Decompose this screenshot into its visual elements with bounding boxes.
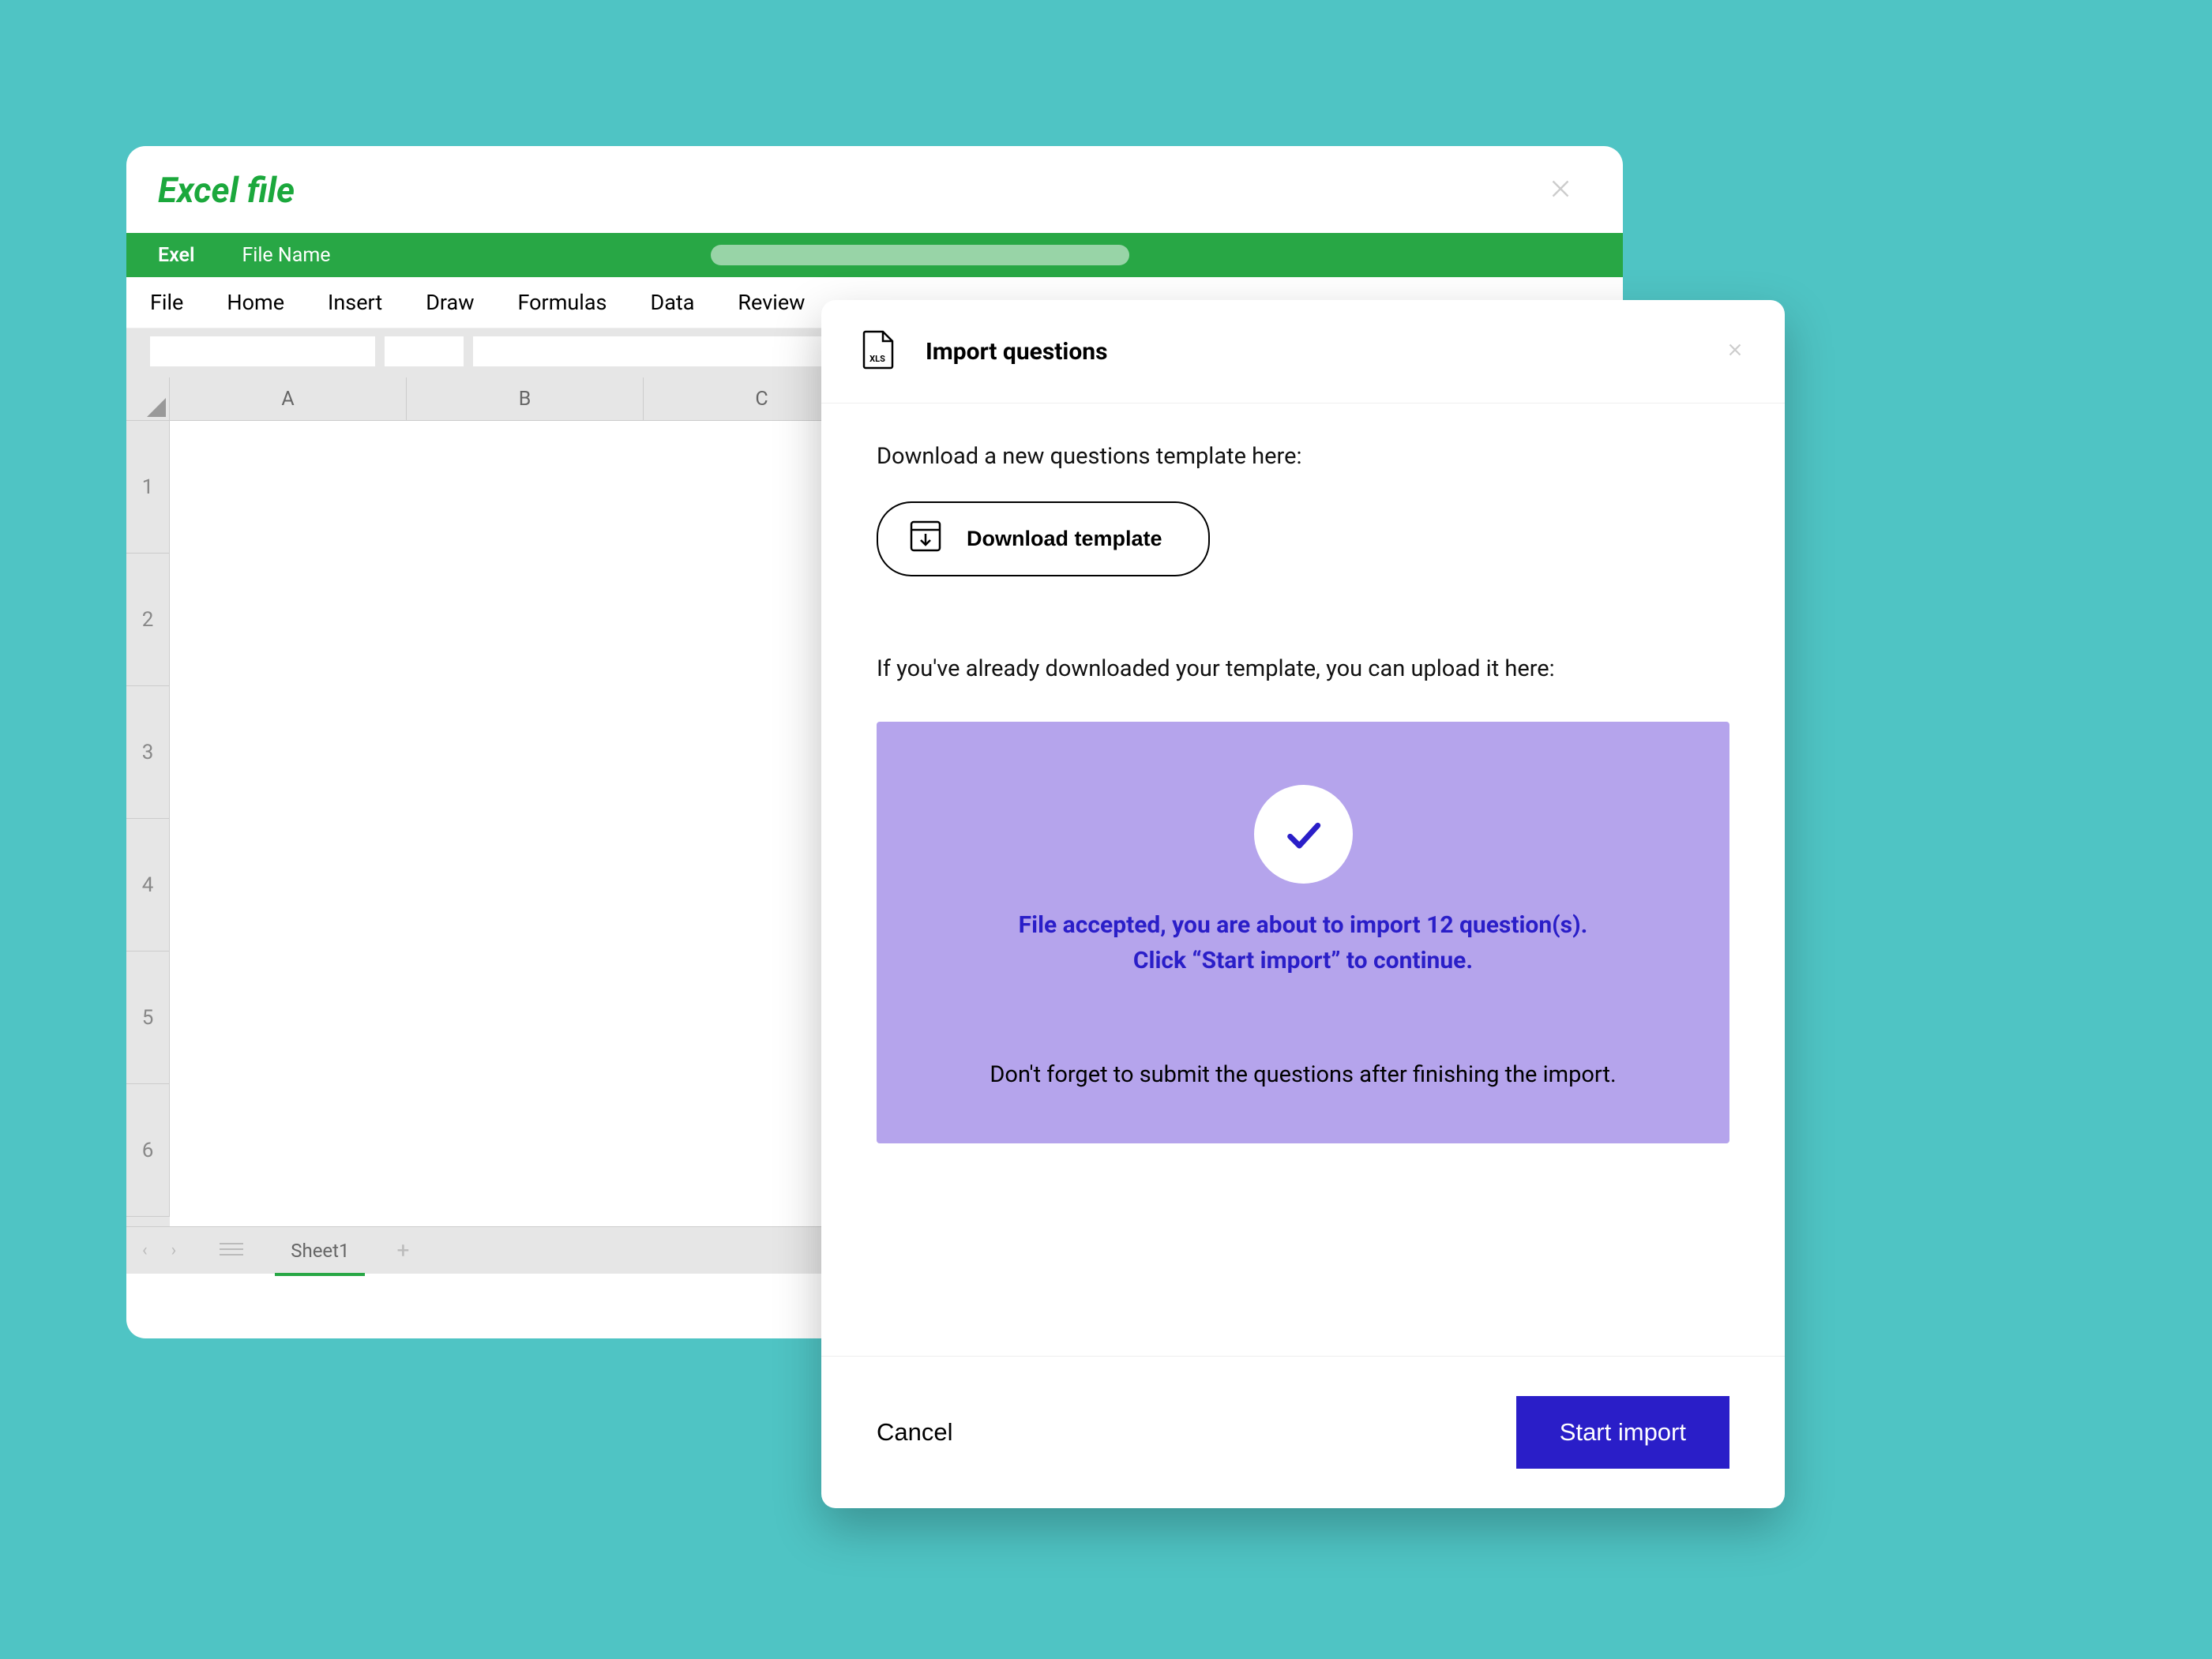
excel-titlebar: Excel file [126,146,1623,233]
ribbon-home[interactable]: Home [227,290,284,315]
dialog-header: XLS Import questions [821,300,1785,403]
filename-label: File Name [242,244,330,267]
upload-status-box: File accepted, you are about to import 1… [877,722,1729,1143]
col-header-a[interactable]: A [170,377,407,421]
col-header-b[interactable]: B [407,377,644,421]
download-button-label: Download template [967,527,1162,551]
sheet-list-icon[interactable] [220,1241,243,1260]
next-sheet-icon[interactable]: › [171,1240,177,1260]
select-all-corner[interactable] [126,377,170,421]
dialog-body: Download a new questions template here: … [821,403,1785,1356]
row-header[interactable]: 6 [126,1084,170,1217]
row-header[interactable]: 1 [126,421,170,554]
row-header[interactable]: 3 [126,686,170,819]
svg-text:XLS: XLS [869,354,885,364]
row-header[interactable]: 4 [126,819,170,951]
search-pill[interactable] [711,245,1129,265]
prev-sheet-icon[interactable]: ‹ [142,1240,148,1260]
sheet-tab[interactable]: Sheet1 [267,1240,373,1262]
upload-prompt: If you've already downloaded your templa… [877,655,1729,682]
row-header[interactable]: 5 [126,951,170,1084]
dialog-title: Import questions [926,338,1725,366]
ribbon-file[interactable]: File [150,290,183,315]
ribbon-draw[interactable]: Draw [426,290,474,315]
submit-reminder: Don't forget to submit the questions aft… [908,1061,1698,1088]
app-label: Exel [158,244,194,267]
ribbon-insert[interactable]: Insert [328,290,382,315]
start-import-button[interactable]: Start import [1516,1396,1729,1469]
close-icon[interactable] [1725,340,1745,363]
ribbon-review[interactable]: Review [738,290,805,315]
download-prompt: Download a new questions template here: [877,443,1729,470]
fx-box[interactable] [385,336,464,366]
ribbon-formulas[interactable]: Formulas [518,290,607,315]
download-template-button[interactable]: Download template [877,501,1210,576]
start-import-hint: Click “Start import” to continue. [908,947,1698,974]
excel-title: Excel file [158,170,295,211]
check-circle-icon [1254,785,1353,884]
file-accepted-text: File accepted, you are about to import 1… [908,911,1698,939]
import-questions-dialog: XLS Import questions Download a new ques… [821,300,1785,1508]
dialog-footer: Cancel Start import [821,1356,1785,1508]
excel-filename-bar: Exel File Name [126,233,1623,277]
add-sheet-icon[interactable]: + [396,1237,409,1263]
cell-name-box[interactable] [150,336,375,366]
close-icon[interactable] [1545,174,1575,207]
row-header[interactable]: 2 [126,554,170,686]
cancel-button[interactable]: Cancel [877,1418,953,1447]
ribbon-data[interactable]: Data [650,290,694,315]
xls-file-icon: XLS [861,330,894,373]
download-icon [908,519,943,559]
